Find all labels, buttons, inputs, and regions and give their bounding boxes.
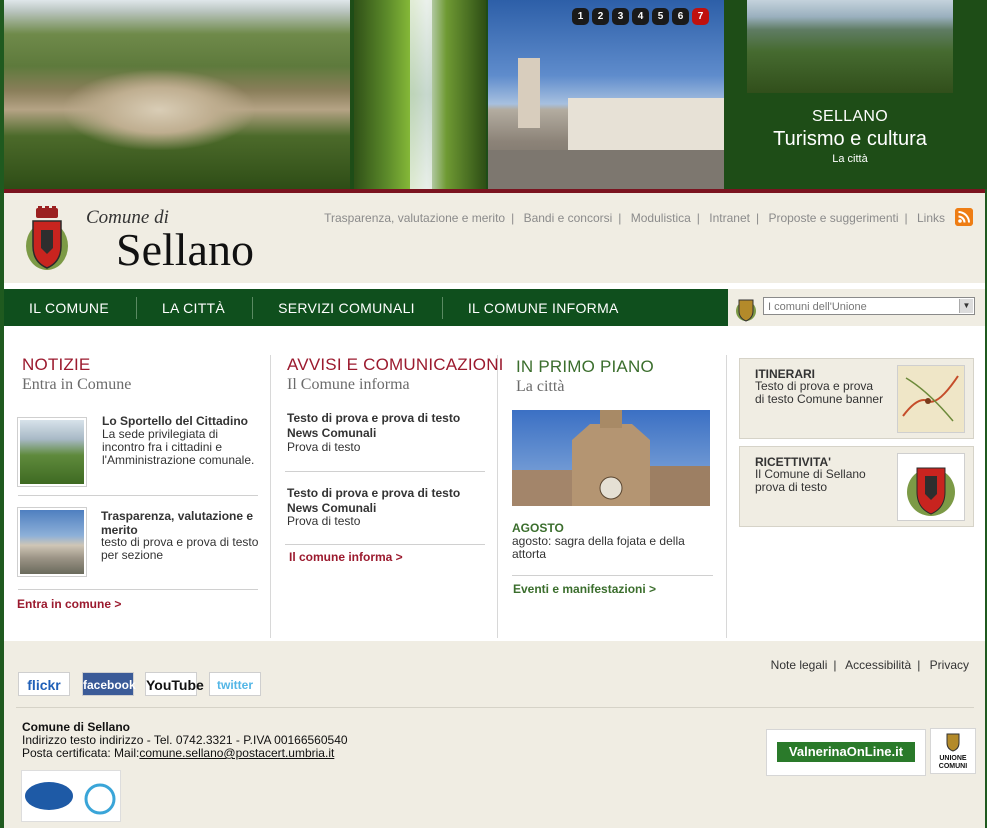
slide-button-5[interactable]: 5 bbox=[652, 8, 669, 25]
chevron-down-icon[interactable]: ▼ bbox=[959, 299, 973, 313]
top-link-trasparenza[interactable]: Trasparenza, valutazione e merito bbox=[324, 211, 505, 225]
top-link-links[interactable]: Links bbox=[917, 211, 945, 225]
rss-icon[interactable] bbox=[955, 208, 973, 226]
map-icon bbox=[897, 365, 965, 433]
divider bbox=[16, 707, 974, 708]
notizie-thumb-2[interactable] bbox=[17, 507, 87, 577]
primo-piano-item-text: agosto: sagra della fojata e della attor… bbox=[512, 534, 685, 561]
top-link-proposte[interactable]: Proposte e suggerimenti bbox=[768, 211, 898, 225]
avvisi-title: AVVISI E COMUNICAZIONI bbox=[287, 355, 504, 374]
slide-button-4[interactable]: 4 bbox=[632, 8, 649, 25]
slide-button-3[interactable]: 3 bbox=[612, 8, 629, 25]
logo-title[interactable]: Sellano bbox=[116, 223, 254, 276]
page: 1 2 3 4 5 6 7 SELLANO Turismo e cultura … bbox=[0, 0, 987, 828]
eventi-manifestazioni-link[interactable]: Eventi e manifestazioni > bbox=[513, 582, 656, 596]
church-facade-photo[interactable] bbox=[512, 410, 710, 506]
top-link-bandi[interactable]: Bandi e concorsi bbox=[524, 211, 613, 225]
pec-line: Posta certificata: Mail:comune.sellano@p… bbox=[22, 746, 335, 760]
column-divider bbox=[726, 355, 727, 638]
nav-item-la-citta[interactable]: LA CITTÀ bbox=[137, 297, 254, 319]
youtube-icon[interactable]: YouTube bbox=[145, 672, 204, 696]
itinerari-text: Testo di prova e prova di testo Comune b… bbox=[755, 379, 884, 406]
divider bbox=[285, 471, 485, 472]
unione-comuni-logo[interactable]: UNIONE COMUNI bbox=[930, 728, 976, 774]
itinerari-box[interactable]: ITINERARI Testo di prova e prova di test… bbox=[739, 358, 974, 439]
unione-crest-icon bbox=[736, 299, 756, 322]
site-header: Comune di Sellano Trasparenza, valutazio… bbox=[4, 193, 985, 283]
column-divider bbox=[270, 355, 271, 638]
unione-selector: I comuni dell'Unione ▼ bbox=[728, 289, 985, 326]
slide-button-6[interactable]: 6 bbox=[672, 8, 689, 25]
banner-caption-title: Turismo e cultura bbox=[773, 128, 927, 150]
avvisi-item-title[interactable]: Testo di prova e prova di testo bbox=[287, 486, 460, 500]
ricettivita-box[interactable]: RICETTIVITA' Il Comune di Sellano prova … bbox=[739, 446, 974, 527]
footer-link-note-legali[interactable]: Note legali bbox=[771, 658, 828, 672]
banner-caption-sub: La città bbox=[832, 153, 868, 165]
valnerina-banner[interactable]: ValnerinaOnLine.it bbox=[766, 729, 926, 776]
slide-button-1[interactable]: 1 bbox=[572, 8, 589, 25]
notizie-thumb-1[interactable] bbox=[17, 417, 87, 487]
ricettivita-text: Il Comune di Sellano prova di testo bbox=[755, 467, 866, 494]
hero-banner: 1 2 3 4 5 6 7 SELLANO Turismo e cultura … bbox=[4, 0, 987, 189]
top-links: Trasparenza, valutazione e merito | Bandi… bbox=[324, 211, 945, 225]
slide-button-2[interactable]: 2 bbox=[592, 8, 609, 25]
notizie-item-title[interactable]: Trasparenza, valutazione e merito bbox=[101, 509, 261, 537]
twitter-icon[interactable]: twitter bbox=[209, 672, 261, 696]
nav-item-il-comune[interactable]: IL COMUNE bbox=[4, 297, 137, 319]
top-link-modulistica[interactable]: Modulistica bbox=[631, 211, 691, 225]
nav-item-servizi[interactable]: SERVIZI COMUNALI bbox=[253, 297, 443, 319]
footer: Note legali | Accessibilità | Privacy flic… bbox=[4, 641, 985, 828]
divider bbox=[18, 495, 258, 496]
church-photo bbox=[488, 0, 724, 189]
divider bbox=[512, 575, 713, 576]
comuni-select[interactable]: I comuni dell'Unione ▼ bbox=[763, 297, 975, 315]
nav-item-informa[interactable]: IL COMUNE INFORMA bbox=[443, 297, 646, 319]
banner-caption-town: SELLANO bbox=[812, 108, 888, 125]
slide-nav: 1 2 3 4 5 6 7 bbox=[572, 8, 709, 25]
primo-piano-title: IN PRIMO PIANO bbox=[516, 357, 654, 376]
avvisi-item-text: Prova di testo bbox=[287, 440, 361, 454]
waterfall-photo bbox=[354, 0, 486, 189]
notizie-item-text: La sede privilegiata di incontro fra i c… bbox=[102, 427, 255, 467]
column-divider bbox=[497, 355, 498, 638]
landscape-photo bbox=[4, 0, 350, 189]
avvisi-item-title[interactable]: Testo di prova e prova di testo bbox=[287, 411, 460, 425]
pec-email-link[interactable]: comune.sellano@postacert.umbria.it bbox=[139, 746, 334, 760]
notizie-subtitle: Entra in Comune bbox=[22, 376, 132, 393]
footer-link-privacy[interactable]: Privacy bbox=[930, 658, 969, 672]
address-block: Comune di Sellano Indirizzo testo indiri… bbox=[22, 721, 348, 760]
unione-crest-icon bbox=[946, 733, 960, 752]
il-comune-informa-link[interactable]: Il comune informa > bbox=[289, 550, 403, 564]
top-link-intranet[interactable]: Intranet bbox=[709, 211, 750, 225]
flickr-icon[interactable]: flickr bbox=[18, 672, 70, 696]
coat-of-arms-icon[interactable] bbox=[24, 206, 70, 272]
primo-piano-item-title[interactable]: AGOSTO bbox=[512, 521, 564, 535]
entra-in-comune-link[interactable]: Entra in comune > bbox=[17, 597, 121, 611]
footer-links: Note legali | Accessibilità | Privacy bbox=[770, 658, 969, 672]
certification-logo bbox=[21, 770, 121, 822]
valnerina-label: ValnerinaOnLine.it bbox=[777, 742, 915, 762]
slide-button-7[interactable]: 7 bbox=[692, 8, 709, 25]
banner-caption: SELLANO Turismo e cultura La città bbox=[747, 108, 953, 165]
notizie-item-text: testo di prova e prova di testo per sezi… bbox=[101, 535, 259, 562]
divider bbox=[18, 589, 258, 590]
primo-piano-subtitle: La città bbox=[516, 378, 565, 395]
notizie-title: NOTIZIE bbox=[22, 355, 91, 374]
main-nav: IL COMUNE LA CITTÀ SERVIZI COMUNALI IL C… bbox=[4, 289, 728, 326]
unione-caption: UNIONE COMUNI bbox=[938, 755, 968, 770]
content-area: Comune di Sellano Trasparenza, valutazio… bbox=[4, 189, 985, 828]
notizie-item-title[interactable]: Lo Sportello del Cittadino bbox=[102, 414, 248, 428]
avvisi-item-text: Prova di testo bbox=[287, 514, 361, 528]
avvisi-item-category: News Comunali bbox=[287, 426, 377, 440]
valley-photo bbox=[747, 0, 953, 93]
divider bbox=[285, 544, 485, 545]
avvisi-subtitle: Il Comune informa bbox=[287, 376, 410, 393]
footer-link-accessibilita[interactable]: Accessibilità bbox=[845, 658, 911, 672]
facebook-icon[interactable]: facebook bbox=[82, 672, 136, 696]
avvisi-item-category: News Comunali bbox=[287, 501, 377, 515]
coat-of-arms-icon bbox=[897, 453, 965, 521]
comuni-select-value: I comuni dell'Unione bbox=[768, 301, 867, 313]
